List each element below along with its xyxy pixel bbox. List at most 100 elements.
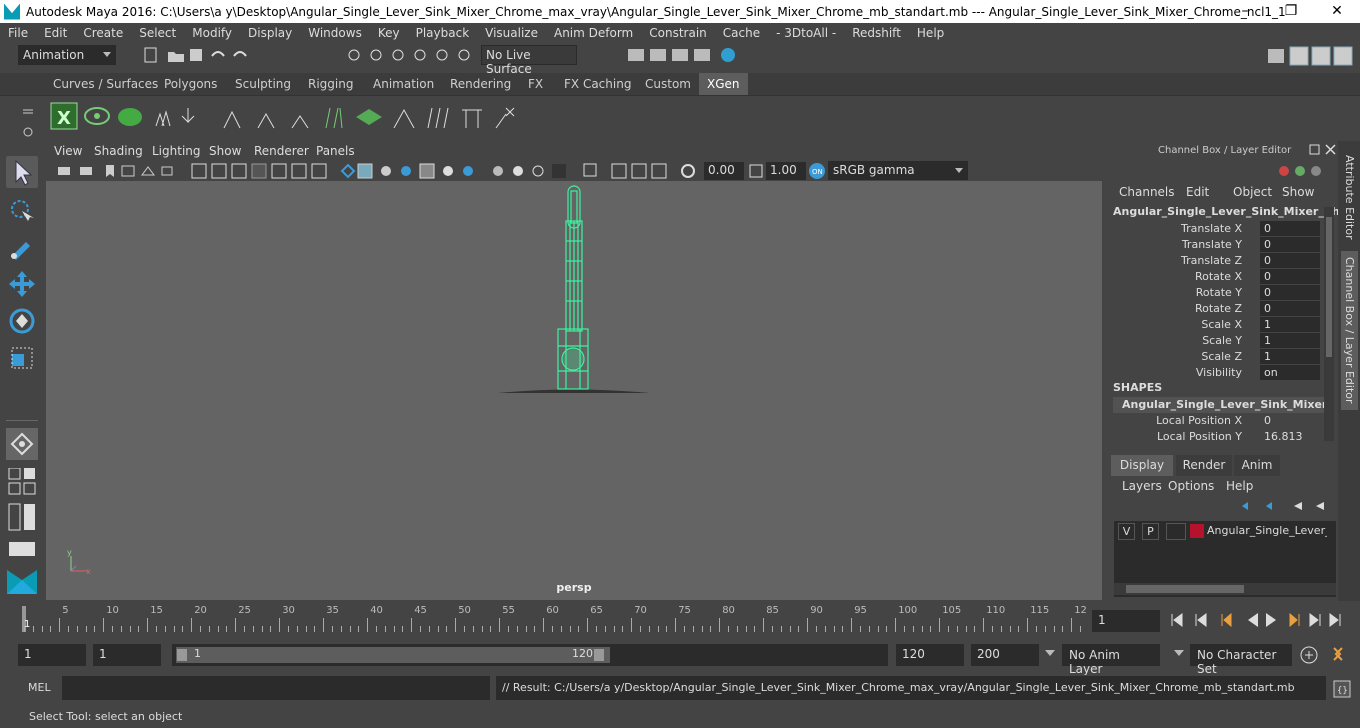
layer-list-scrollbar[interactable] (1114, 583, 1336, 595)
menu-anim-deform[interactable]: Anim Deform (554, 26, 641, 40)
move-tool-button[interactable] (6, 268, 38, 300)
range-start-grip[interactable] (177, 649, 187, 661)
viewport-menu-view[interactable]: View (54, 144, 82, 158)
channel-rotate-x[interactable]: Rotate X 0 (1106, 269, 1322, 285)
channel-value[interactable]: 1 (1260, 317, 1320, 332)
playback-start-field[interactable]: 1 (93, 644, 161, 666)
channel-box-scrollbar[interactable] (1324, 207, 1334, 441)
shelf-tab-fx[interactable]: FX (520, 73, 551, 95)
menu-edit[interactable]: Edit (44, 26, 75, 40)
channel-translate-z[interactable]: Translate Z 0 (1106, 253, 1322, 269)
lasso-tool-button[interactable] (6, 195, 38, 227)
scene-end-field[interactable]: 200 (971, 644, 1039, 666)
scene-start-field[interactable]: 1 (18, 644, 86, 666)
channel-box-layer-editor-tab[interactable]: Channel Box / Layer Editor (1341, 251, 1358, 410)
view-transform-dropdown[interactable]: sRGB gamma (828, 161, 968, 180)
menu-file[interactable]: File (8, 26, 36, 40)
channel-scale-x[interactable]: Scale X 1 (1106, 317, 1322, 333)
channel-rotate-z[interactable]: Rotate Z 0 (1106, 301, 1322, 317)
script-editor-icon[interactable]: {} (1332, 679, 1352, 699)
playback-end-field[interactable]: 120 (896, 644, 964, 666)
time-slider[interactable]: 5 10 15 20 25 30 35 40 45 50 55 60 65 70 75 80 85 90 95 100… (18, 604, 1087, 634)
layer-display-type[interactable] (1166, 523, 1186, 540)
channel-scale-z[interactable]: Scale Z 1 (1106, 349, 1322, 365)
channel-local-position-y[interactable]: Local Position Y 16.813 (1106, 429, 1322, 445)
select-tool-button[interactable] (6, 156, 38, 188)
layer-buttons[interactable] (1238, 499, 1330, 513)
command-input[interactable] (62, 676, 490, 700)
panel-float-close[interactable] (1308, 143, 1338, 157)
shelf-tab-curves-surfaces[interactable]: Curves / Surfaces (45, 73, 166, 95)
character-set-dropdown[interactable]: No Character Set (1190, 644, 1292, 676)
shelf-tab-rendering[interactable]: Rendering (442, 73, 519, 95)
shelf-tab-custom[interactable]: Custom (637, 73, 699, 95)
channel-value[interactable]: 0 (1260, 301, 1320, 316)
color-management-icon[interactable]: ON (808, 162, 826, 180)
menu-visualize[interactable]: Visualize (485, 26, 546, 40)
options-menu[interactable]: Options (1168, 479, 1214, 493)
shelf-tab-polygons[interactable]: Polygons (156, 73, 225, 95)
menu-constrain[interactable]: Constrain (649, 26, 715, 40)
minimize-button[interactable]: – (1222, 0, 1268, 23)
shelf-options-icon[interactable] (20, 108, 36, 138)
range-end-grip[interactable] (594, 649, 604, 661)
viewport-menu-renderer[interactable]: Renderer (254, 144, 309, 158)
viewport-menu-lighting[interactable]: Lighting (152, 144, 201, 158)
channel-value[interactable]: 0 (1260, 221, 1320, 236)
scale-tool-button[interactable] (6, 342, 38, 374)
menu-windows[interactable]: Windows (308, 26, 370, 40)
menu-redshift[interactable]: Redshift (852, 26, 909, 40)
gamma-field[interactable]: 1.00 (766, 162, 806, 180)
viewport-toolbar-icons[interactable] (56, 163, 706, 179)
shelf-tab-animation[interactable]: Animation (365, 73, 442, 95)
rotate-tool-button[interactable] (6, 305, 38, 337)
menu-playback[interactable]: Playback (416, 26, 478, 40)
maximize-button[interactable]: ❐ (1268, 0, 1314, 23)
layer-playback-toggle[interactable]: P (1142, 523, 1159, 540)
channel-value[interactable]: 1 (1260, 349, 1320, 364)
shelf-tab-fx-caching[interactable]: FX Caching (556, 73, 639, 95)
menu-select[interactable]: Select (139, 26, 184, 40)
close-button[interactable]: ✕ (1314, 0, 1360, 23)
current-frame-field[interactable]: 1 (1092, 610, 1160, 632)
chevron-down-icon[interactable] (1174, 650, 1184, 656)
menu-key[interactable]: Key (378, 26, 408, 40)
channel-visibility[interactable]: Visibility on (1106, 365, 1322, 381)
channels-menu[interactable]: Channels (1119, 185, 1175, 199)
channel-value[interactable]: 0 (1260, 285, 1320, 300)
range-slider[interactable]: 1 120 (172, 644, 888, 666)
layer-visibility-toggle[interactable]: V (1118, 523, 1135, 540)
menu-3dtoall[interactable]: - 3DtoAll - (776, 26, 844, 40)
shelf-tab-sculpting[interactable]: Sculpting (227, 73, 299, 95)
layers-menu[interactable]: Layers (1122, 479, 1162, 493)
shape-name[interactable]: Angular_Single_Lever_Sink_Mixer_C... (1113, 397, 1325, 413)
anim-layer-dropdown[interactable]: No Anim Layer (1062, 644, 1160, 676)
menu-create[interactable]: Create (83, 26, 131, 40)
single-perspective-layout-button[interactable] (6, 428, 38, 460)
channel-value[interactable]: 0 (1260, 413, 1320, 428)
shelf-tab-xgen[interactable]: XGen (699, 73, 748, 95)
viewport-menu-panels[interactable]: Panels (316, 144, 355, 158)
layer-tab-display[interactable]: Display (1111, 455, 1173, 476)
menu-display[interactable]: Display (248, 26, 300, 40)
edit-menu[interactable]: Edit (1186, 185, 1209, 199)
channel-local-position-x[interactable]: Local Position X 0 (1106, 413, 1322, 429)
status-line-icons[interactable] (140, 46, 480, 66)
menu-cache[interactable]: Cache (723, 26, 768, 40)
layer-tab-render[interactable]: Render (1176, 455, 1232, 476)
channel-value[interactable]: 0 (1260, 269, 1320, 284)
channel-value[interactable]: on (1260, 365, 1320, 380)
show-menu[interactable]: Show (1282, 185, 1314, 199)
layer-color-swatch[interactable] (1190, 524, 1204, 538)
attribute-editor-tab[interactable]: Attribute Editor (1343, 155, 1356, 240)
layer-name[interactable]: Angular_Single_Lever_Sink (1207, 524, 1327, 537)
render-icons[interactable] (626, 46, 746, 66)
shelf-tab-rigging[interactable]: Rigging (300, 73, 361, 95)
range-slider-handle[interactable] (176, 647, 610, 663)
scrollbar-thumb[interactable] (1326, 217, 1332, 357)
menu-modify[interactable]: Modify (192, 26, 240, 40)
channel-rotate-y[interactable]: Rotate Y 0 (1106, 285, 1322, 301)
channel-translate-y[interactable]: Translate Y 0 (1106, 237, 1322, 253)
live-surface-field[interactable]: No Live Surface (481, 45, 577, 76)
scrollbar-thumb[interactable] (1126, 585, 1244, 593)
